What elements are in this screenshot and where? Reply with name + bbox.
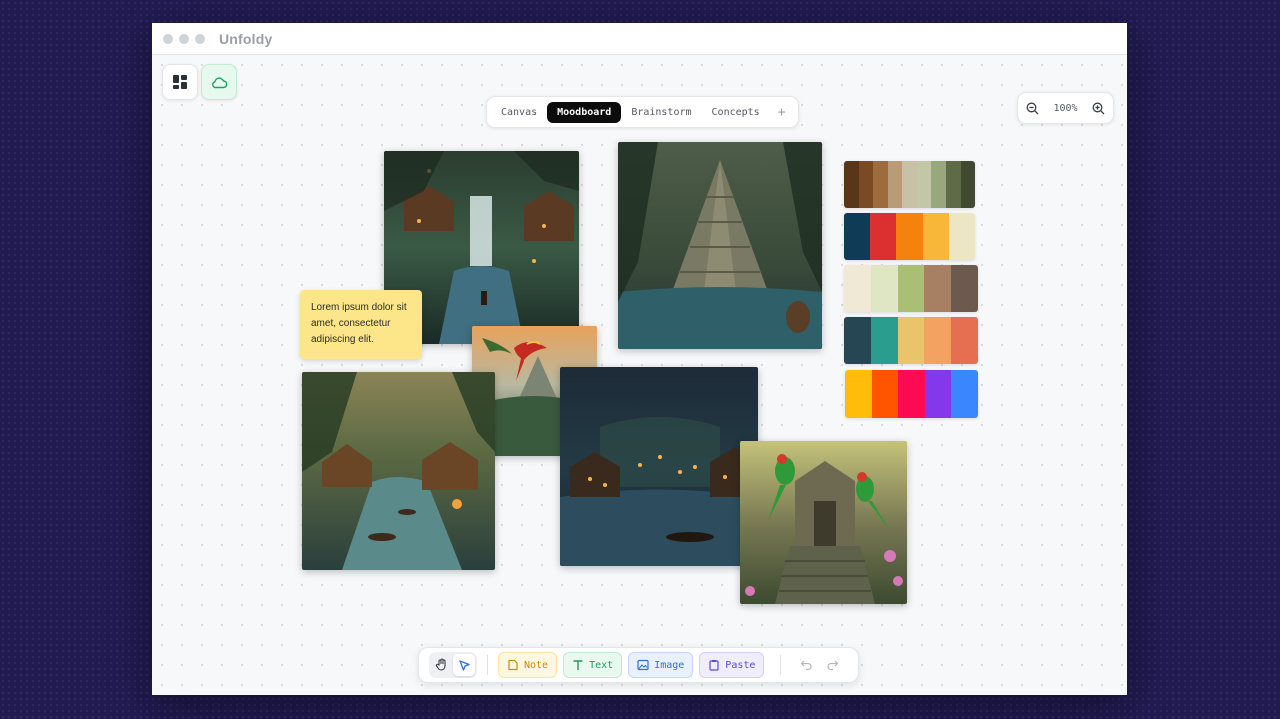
paste-icon xyxy=(709,660,719,671)
color-swatch[interactable] xyxy=(870,317,898,364)
zoom-control: 100% xyxy=(1017,92,1114,124)
color-swatch[interactable] xyxy=(902,161,917,208)
color-swatch[interactable] xyxy=(897,317,925,364)
color-swatch[interactable] xyxy=(898,370,925,418)
color-swatch[interactable] xyxy=(896,213,923,260)
hand-icon xyxy=(435,658,446,671)
zoom-level: 100% xyxy=(1053,102,1078,114)
tab-moodboard[interactable]: Moodboard xyxy=(547,101,622,123)
select-tool-button[interactable] xyxy=(453,654,475,676)
color-swatch[interactable] xyxy=(945,161,961,208)
pointer-icon xyxy=(458,659,470,671)
color-swatch[interactable] xyxy=(844,317,871,364)
color-swatch[interactable] xyxy=(951,370,978,418)
sticky-note[interactable]: Lorem ipsum dolor sit amet, consectetur … xyxy=(300,290,422,359)
add-image-button[interactable]: Image xyxy=(628,652,694,678)
add-tab-button[interactable]: + xyxy=(770,105,794,120)
color-palette-neon[interactable] xyxy=(845,370,978,418)
sticky-note-text: Lorem ipsum dolor sit amet, consectetur … xyxy=(311,302,407,345)
tab-canvas[interactable]: Canvas xyxy=(491,102,547,123)
zoom-in-icon[interactable] xyxy=(1092,102,1105,115)
image-label: Image xyxy=(654,659,685,671)
color-swatch[interactable] xyxy=(916,161,932,208)
add-text-button[interactable]: Text xyxy=(563,652,623,678)
color-palette-sunset[interactable] xyxy=(844,317,978,364)
moodboard-canvas[interactable]: Canvas Moodboard Brainstorm Concepts + 1… xyxy=(152,55,1127,695)
toolbar-divider xyxy=(487,655,488,675)
jungle-temple-image[interactable] xyxy=(618,142,822,349)
image-icon xyxy=(637,659,649,671)
color-swatch[interactable] xyxy=(858,161,874,208)
title-bar: Unfoldy xyxy=(152,23,1127,55)
window-close-dot[interactable] xyxy=(163,33,173,44)
color-swatch[interactable] xyxy=(960,161,975,208)
color-swatch[interactable] xyxy=(870,265,898,312)
color-swatch[interactable] xyxy=(897,265,925,312)
add-note-button[interactable]: Note xyxy=(498,652,558,678)
color-swatch[interactable] xyxy=(871,370,899,418)
board-tabs: Canvas Moodboard Brainstorm Concepts + xyxy=(486,96,799,128)
undo-button[interactable] xyxy=(795,654,817,676)
color-swatch[interactable] xyxy=(951,265,978,312)
color-swatch[interactable] xyxy=(924,370,952,418)
color-swatch[interactable] xyxy=(922,213,949,260)
window-maximize-dot[interactable] xyxy=(195,33,205,44)
parrot-shrine-image[interactable] xyxy=(740,441,907,604)
color-swatch[interactable] xyxy=(931,161,946,208)
color-swatch[interactable] xyxy=(924,317,952,364)
color-swatch[interactable] xyxy=(873,161,888,208)
text-label: Text xyxy=(589,659,614,671)
color-swatch[interactable] xyxy=(951,317,978,364)
undo-icon xyxy=(800,660,812,671)
tab-brainstorm[interactable]: Brainstorm xyxy=(621,102,701,123)
color-swatch[interactable] xyxy=(870,213,897,260)
paste-label: Paste xyxy=(725,659,756,671)
note-icon xyxy=(508,659,518,671)
tab-concepts[interactable]: Concepts xyxy=(702,102,770,123)
color-palette-vivid[interactable] xyxy=(844,213,975,260)
toolbar-divider xyxy=(780,655,782,675)
app-title: Unfoldy xyxy=(219,30,273,47)
window-minimize-dot[interactable] xyxy=(179,33,189,44)
color-swatch[interactable] xyxy=(844,161,859,208)
color-swatch[interactable] xyxy=(844,265,871,312)
color-swatch[interactable] xyxy=(948,213,975,260)
color-swatch[interactable] xyxy=(924,265,952,312)
cloud-icon xyxy=(211,77,227,89)
zoom-out-icon[interactable] xyxy=(1026,102,1039,115)
river-village-image[interactable] xyxy=(302,372,495,570)
mode-toggle xyxy=(429,652,477,678)
app-window: Unfoldy Canvas Moodboard Brainstorm Conc… xyxy=(152,23,1127,695)
color-palette-earth[interactable] xyxy=(844,161,975,208)
color-swatch[interactable] xyxy=(887,161,903,208)
text-icon xyxy=(573,660,583,670)
paste-button[interactable]: Paste xyxy=(699,652,765,678)
color-palette-sage[interactable] xyxy=(844,265,978,312)
color-swatch[interactable] xyxy=(845,370,872,418)
hand-tool-button[interactable] xyxy=(431,654,453,676)
night-village-image[interactable] xyxy=(560,367,758,566)
note-label: Note xyxy=(524,659,549,671)
redo-icon xyxy=(827,660,839,671)
layout-grid-icon xyxy=(173,75,187,89)
bottom-toolbar: Note Text Image Paste xyxy=(418,647,859,683)
redo-button[interactable] xyxy=(821,654,843,676)
color-swatch[interactable] xyxy=(844,213,871,260)
layout-button[interactable] xyxy=(162,64,198,100)
cloud-sync-button[interactable] xyxy=(201,64,237,100)
